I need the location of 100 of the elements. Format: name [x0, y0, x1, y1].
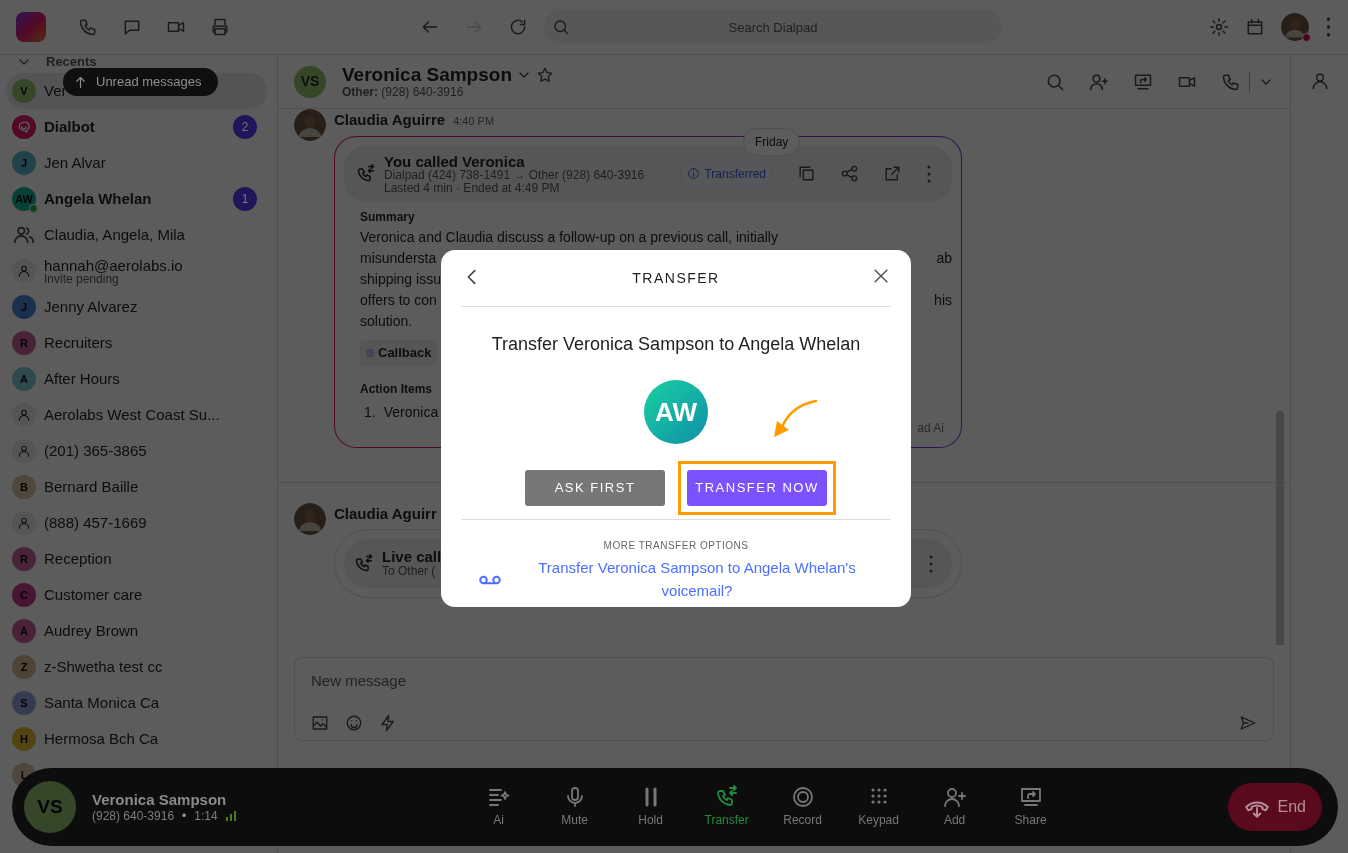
chat-icon	[122, 17, 142, 37]
summary-text: Veronica and Claudia discuss a follow-up on a previous call, initially	[360, 228, 778, 248]
more-icon	[928, 554, 934, 573]
send-button[interactable]	[1239, 714, 1257, 732]
contact-name: Reception	[44, 548, 112, 569]
summary-text: misundersta	[360, 249, 437, 269]
avatar: H	[12, 727, 36, 751]
call-control[interactable]: Add	[924, 785, 985, 829]
share-button[interactable]	[840, 164, 859, 184]
more-button[interactable]	[926, 164, 932, 183]
contact-name: Angela Whelan	[44, 188, 152, 209]
app-logo[interactable]	[16, 12, 46, 42]
contact-item[interactable]: C Customer care	[0, 577, 269, 613]
info-icon	[687, 167, 701, 181]
unread-count: 2	[233, 115, 257, 139]
voicemail-link[interactable]: Transfer Veronica Sampson to Angela Whelan's voicemail?	[519, 557, 875, 602]
person-avatar	[12, 439, 36, 463]
transfer-now-button[interactable]: TRANSFER NOW	[687, 470, 827, 506]
more-icon	[1325, 17, 1332, 37]
action-item: Veronica	[383, 402, 439, 422]
modal-heading: Transfer Veronica Sampson to Angela Whelan	[491, 333, 861, 356]
contact-item[interactable]: J Jenny Alvarez	[0, 289, 269, 325]
more-button[interactable]	[1325, 17, 1332, 37]
tooltip-text: Unread messages	[96, 73, 202, 92]
contact-item[interactable]: S Santa Monica Ca	[0, 685, 269, 721]
contact-name: Aerolabs West Coast Su...	[44, 404, 220, 425]
emoji-button[interactable]	[345, 714, 363, 732]
contact-name: Claudia, Angela, Mila	[44, 224, 185, 245]
contact-item[interactable]: R Recruiters	[0, 325, 269, 361]
favorite-button[interactable]	[536, 65, 554, 84]
section-heading: Action Items	[360, 380, 432, 398]
calendar-button[interactable]	[1245, 17, 1265, 37]
call-control[interactable]: Keypad	[848, 785, 909, 829]
contact-item[interactable]: H Hermosa Bch Ca	[0, 721, 269, 757]
image-icon	[311, 714, 329, 732]
contact-name: z-Shwetha test cc	[44, 656, 163, 677]
contact-name: hannah@aerolabs.io	[44, 257, 183, 273]
settings-button[interactable]	[1209, 17, 1229, 37]
caller-phone: (928) 640-3916	[92, 808, 175, 824]
caller-name: Veronica Sampson	[92, 790, 228, 809]
image-button[interactable]	[311, 714, 329, 732]
call-control[interactable]: Record	[772, 785, 833, 829]
contact-name: Bernard Baille	[44, 476, 139, 497]
contact-item[interactable]: J Jen Alvar	[0, 145, 269, 181]
contact-status: Invite pending	[44, 272, 119, 285]
phone-button[interactable]	[78, 17, 98, 37]
contact-name: Jenny Alvarez	[44, 296, 138, 317]
settings-icon	[1209, 17, 1229, 37]
message-field[interactable]: New message	[311, 670, 510, 693]
avatar: AW	[12, 187, 36, 211]
contact-item[interactable]: A After Hours	[0, 361, 269, 397]
summary-text: solution.	[360, 312, 413, 332]
pointer-arrow	[773, 400, 817, 438]
contact-item[interactable]: hannah@aerolabs.io Invite pending	[0, 253, 269, 289]
contact-name: Recruiters	[44, 332, 113, 353]
call-title: Live call	[382, 549, 442, 566]
avatar	[1281, 13, 1309, 41]
contact-item[interactable]: (201) 365-3865	[0, 433, 269, 469]
contact-name: Hermosa Bch Ca	[44, 728, 159, 749]
quick-reply-icon	[379, 714, 397, 732]
avatar: Z	[12, 655, 36, 679]
contact-item[interactable]: A Audrey Brown	[0, 613, 269, 649]
call-control[interactable]: Ai	[468, 785, 529, 829]
contact-avatar: VS	[294, 65, 326, 98]
avatar: R	[12, 331, 36, 355]
call-control[interactable]: Mute	[544, 785, 605, 829]
copy-button[interactable]	[797, 164, 816, 184]
contact-item[interactable]: (888) 457-1669	[0, 505, 269, 541]
more-button[interactable]	[928, 554, 934, 573]
print-button[interactable]	[210, 17, 230, 37]
call-control[interactable]: Share	[1000, 785, 1061, 829]
ask-first-button[interactable]: ASK FIRST	[525, 470, 665, 506]
outgoing-call-icon	[356, 163, 376, 184]
quick-reply-button[interactable]	[379, 714, 397, 732]
contact-item[interactable]: Aerolabs West Coast Su...	[0, 397, 269, 433]
calendar-icon	[1245, 17, 1265, 37]
contact-item[interactable]: Dialbot 2	[0, 109, 269, 145]
contact-name: Dialbot	[44, 116, 95, 137]
end-call-button[interactable]: End	[1227, 783, 1322, 831]
avatar: V	[12, 79, 36, 103]
status-badge: Transferred	[680, 161, 773, 186]
sender-name: Claudia Aguirre	[334, 110, 446, 130]
contact-name: Ver	[44, 80, 67, 101]
contact-item[interactable]: B Bernard Baille	[0, 469, 269, 505]
emoji-icon	[345, 714, 363, 732]
call-control[interactable]: Transfer	[696, 785, 757, 829]
contact-item[interactable]: AW Angela Whelan 1	[0, 181, 269, 217]
chat-button[interactable]	[122, 17, 142, 37]
signal-icon	[225, 811, 236, 821]
call-control[interactable]: Hold	[620, 785, 681, 829]
search-field[interactable]: Search Dialpad	[544, 10, 1002, 44]
open-external-button[interactable]	[883, 164, 902, 184]
person-avatar	[12, 403, 36, 427]
contact-name: Jen Alvar	[44, 152, 106, 173]
contact-item[interactable]: R Reception	[0, 541, 269, 577]
avatar: J	[12, 295, 36, 319]
contact-item[interactable]: Claudia, Angela, Mila	[0, 217, 269, 253]
reload-button[interactable]	[508, 17, 528, 37]
contact-name: After Hours	[44, 368, 120, 389]
contact-item[interactable]: Z z-Shwetha test cc	[0, 649, 269, 685]
